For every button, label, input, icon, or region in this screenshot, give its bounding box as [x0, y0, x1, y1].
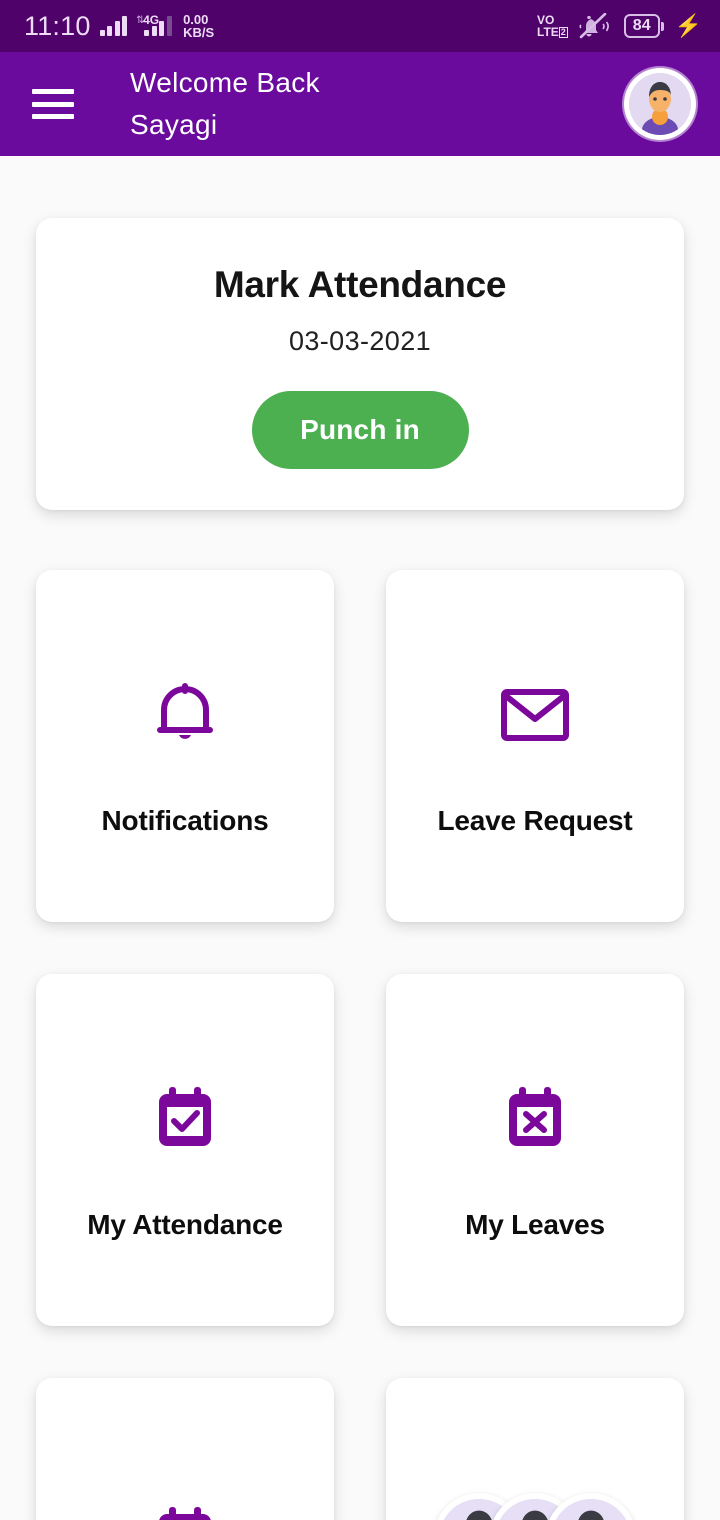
hamburger-menu-icon[interactable] — [32, 89, 74, 119]
tile-my-attendance[interactable]: My Attendance — [36, 974, 334, 1326]
calendar-check-icon — [153, 1059, 217, 1179]
user-avatar-icon — [629, 73, 691, 135]
status-bar-right: VO LTE 2 84 ⚡ — [537, 12, 702, 39]
tile-label: Leave Request — [437, 805, 633, 836]
tile-calendar-event[interactable] — [36, 1378, 334, 1520]
network-speed: 0.00 KB/S — [183, 13, 214, 39]
mark-attendance-date: 03-03-2021 — [288, 326, 432, 356]
tile-notifications[interactable]: Notifications — [36, 570, 334, 922]
calendar-event-icon — [153, 1479, 217, 1520]
battery-level: 84 — [623, 14, 660, 38]
volte-line2-wrap: LTE 2 — [537, 26, 568, 38]
lightning-bolt-icon: ⚡ — [674, 13, 702, 38]
avatar-stack — [433, 1493, 637, 1520]
people-group-icon — [433, 1479, 637, 1520]
mark-attendance-title: Mark Attendance — [213, 264, 507, 305]
tile-label: My Leaves — [465, 1209, 605, 1240]
tile-label: Notifications — [101, 805, 269, 836]
volte-sim-number: 2 — [558, 27, 568, 38]
signal-strength-icon — [99, 16, 128, 36]
network-speed-unit: KB/S — [183, 25, 215, 40]
status-bar: 11:10 ⇅ 4G 0.00 KB/S VO LTE 2 84 ⚡ — [0, 0, 720, 52]
tile-people-group[interactable] — [386, 1378, 684, 1520]
volte-indicator: VO LTE 2 — [537, 14, 568, 38]
tile-my-leaves[interactable]: My Leaves — [386, 974, 684, 1326]
battery-cap-icon — [660, 21, 664, 31]
feature-tile-grid: Notifications Leave Request My Attendanc… — [36, 570, 684, 1520]
signal-bar-empty — [167, 16, 173, 36]
app-bar: Welcome Back Sayagi — [0, 52, 720, 156]
stacked-avatar — [545, 1493, 637, 1520]
main-content: Mark Attendance 03-03-2021 Punch in Noti… — [0, 218, 720, 1520]
network-type-label: 4G — [143, 13, 160, 27]
status-clock: 11:10 — [24, 10, 91, 41]
tile-label: My Attendance — [87, 1209, 283, 1240]
volte-line2: LTE — [537, 25, 559, 39]
tile-leave-request[interactable]: Leave Request — [386, 570, 684, 922]
status-bar-left: 11:10 ⇅ 4G 0.00 KB/S — [24, 11, 214, 42]
greeting-line-1: Welcome Back — [130, 67, 320, 98]
mark-attendance-card: Mark Attendance 03-03-2021 Punch in — [36, 218, 684, 510]
avatar[interactable] — [624, 68, 696, 140]
greeting-line-2: Sayagi — [130, 109, 218, 140]
page-title: Welcome Back Sayagi — [130, 62, 624, 146]
punch-in-button[interactable]: Punch in — [251, 391, 469, 469]
bell-muted-icon — [579, 12, 613, 39]
signal-strength-sim2-icon: ⇅ 4G — [136, 13, 173, 36]
battery-indicator: 84 — [623, 14, 664, 38]
envelope-icon — [500, 655, 570, 775]
bell-icon — [154, 655, 216, 775]
calendar-x-icon — [503, 1059, 567, 1179]
